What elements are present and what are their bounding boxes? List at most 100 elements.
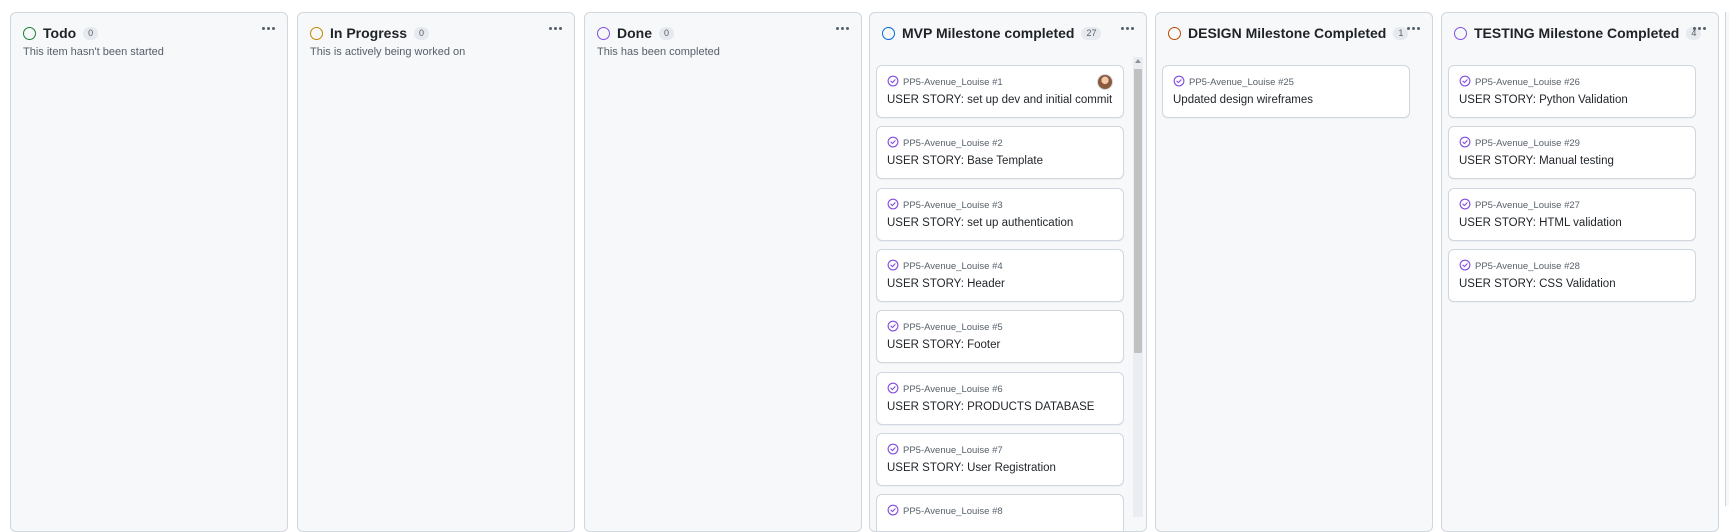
column-item-count: 0 — [659, 26, 675, 40]
issue-reference[interactable]: PP5-Avenue_Louise #3 — [887, 198, 1003, 213]
column-title: Todo — [43, 25, 77, 41]
status-circle-icon — [310, 26, 323, 40]
issue-ref-text[interactable]: PP5-Avenue_Louise #26 — [1475, 77, 1580, 88]
column-header: MVP Milestone completed 27 — [882, 23, 1136, 43]
issue-card[interactable]: PP5-Avenue_Louise #25 Updated design wir… — [1162, 65, 1410, 118]
issue-title[interactable]: USER STORY: Header — [887, 278, 1005, 290]
issue-card[interactable]: PP5-Avenue_Louise #2 USER STORY: Base Te… — [876, 126, 1124, 180]
status-circle-icon — [23, 26, 36, 40]
issue-closed-icon — [1459, 75, 1475, 90]
issue-reference[interactable]: PP5-Avenue_Louise #7 — [887, 443, 1003, 458]
issue-card[interactable]: PP5-Avenue_Louise #27 USER STORY: HTML v… — [1448, 187, 1696, 241]
issue-closed-icon — [887, 259, 903, 274]
issue-ref-text[interactable]: PP5-Avenue_Louise #8 — [903, 506, 1003, 517]
issue-card[interactable]: PP5-Avenue_Louise #29 USER STORY: Manual… — [1448, 126, 1696, 180]
issue-title[interactable]: USER STORY: HTML validation — [1459, 217, 1622, 229]
column-menu-icon[interactable] — [257, 21, 279, 35]
issue-reference[interactable]: PP5-Avenue_Louise #1 — [887, 75, 1003, 90]
column-menu-icon[interactable] — [1688, 21, 1710, 35]
issue-ref-text[interactable]: PP5-Avenue_Louise #6 — [903, 384, 1003, 395]
issue-title[interactable]: USER STORY: Python Validation — [1459, 94, 1628, 106]
issue-closed-icon — [887, 320, 903, 335]
issue-ref-text[interactable]: PP5-Avenue_Louise #4 — [903, 261, 1003, 272]
project-board: Todo 0 This item hasn't been started In … — [0, 0, 1729, 532]
issue-title[interactable]: USER STORY: Footer — [887, 339, 1000, 351]
issue-reference[interactable]: PP5-Avenue_Louise #27 — [1459, 198, 1580, 213]
issue-title[interactable]: USER STORY: set up authentication — [887, 217, 1073, 229]
issue-card[interactable]: PP5-Avenue_Louise #4 USER STORY: Header — [876, 248, 1124, 302]
issue-reference[interactable]: PP5-Avenue_Louise #4 — [887, 259, 1003, 274]
issue-card[interactable]: PP5-Avenue_Louise #26 USER STORY: Python… — [1448, 65, 1696, 118]
issue-card[interactable]: PP5-Avenue_Louise #6 USER STORY: PRODUCT… — [876, 371, 1124, 425]
issue-ref-text[interactable]: PP5-Avenue_Louise #2 — [903, 138, 1003, 149]
column-description: This has been completed — [597, 46, 720, 58]
issue-closed-icon — [887, 136, 903, 151]
board-column: Todo 0 This item hasn't been started — [10, 12, 288, 532]
issue-ref-text[interactable]: PP5-Avenue_Louise #28 — [1475, 261, 1580, 272]
mvp-column-scrollbar[interactable] — [1133, 57, 1143, 517]
column-item-count: 0 — [414, 26, 430, 40]
issue-title[interactable]: USER STORY: Base Template — [887, 155, 1043, 167]
column-title: DESIGN Milestone Completed — [1188, 25, 1387, 41]
issue-reference[interactable]: PP5-Avenue_Louise #6 — [887, 382, 1003, 397]
issue-card[interactable]: PP5-Avenue_Louise #8 — [876, 494, 1124, 531]
issue-reference[interactable]: PP5-Avenue_Louise #5 — [887, 320, 1003, 335]
board-column: MVP Milestone completed 27 PP5-Avenue_Lo… — [869, 12, 1147, 532]
issue-ref-text[interactable]: PP5-Avenue_Louise #27 — [1475, 200, 1580, 211]
issue-title[interactable]: USER STORY: PRODUCTS DATABASE — [887, 401, 1094, 413]
issue-title[interactable]: USER STORY: CSS Validation — [1459, 278, 1616, 290]
column-header: In Progress 0 — [310, 23, 564, 43]
column-description: This item hasn't been started — [23, 46, 164, 58]
issue-closed-icon — [1459, 259, 1475, 274]
column-title: In Progress — [330, 25, 408, 41]
status-circle-icon — [1168, 26, 1181, 40]
issue-ref-text[interactable]: PP5-Avenue_Louise #25 — [1189, 77, 1294, 88]
issue-closed-icon — [1459, 198, 1475, 213]
issue-closed-icon — [1173, 75, 1189, 90]
scroll-up-arrow-icon[interactable] — [1135, 59, 1141, 63]
issue-reference[interactable]: PP5-Avenue_Louise #25 — [1173, 75, 1294, 90]
issue-card[interactable]: PP5-Avenue_Louise #28 USER STORY: CSS Va… — [1448, 248, 1696, 302]
issue-card[interactable]: PP5-Avenue_Louise #5 USER STORY: Footer — [876, 310, 1124, 364]
issue-ref-text[interactable]: PP5-Avenue_Louise #3 — [903, 200, 1003, 211]
assignee-avatar[interactable] — [1097, 74, 1113, 90]
board-column: TESTING Milestone Completed 4 PP5-Avenue… — [1441, 12, 1719, 532]
issue-reference[interactable]: PP5-Avenue_Louise #28 — [1459, 259, 1580, 274]
issue-ref-text[interactable]: PP5-Avenue_Louise #1 — [903, 77, 1003, 88]
column-menu-icon[interactable] — [544, 21, 566, 35]
column-title: Done — [617, 25, 652, 41]
issue-title[interactable]: USER STORY: User Registration — [887, 462, 1056, 474]
issue-reference[interactable]: PP5-Avenue_Louise #2 — [887, 136, 1003, 151]
issue-card[interactable]: PP5-Avenue_Louise #7 USER STORY: User Re… — [876, 432, 1124, 486]
issue-title[interactable]: USER STORY: set up dev and initial commi… — [887, 94, 1112, 106]
column-menu-icon[interactable] — [1402, 21, 1424, 35]
issue-closed-icon — [887, 382, 903, 397]
column-header: TESTING Milestone Completed 4 — [1454, 23, 1708, 43]
column-item-count: 0 — [83, 26, 99, 40]
issue-card[interactable]: PP5-Avenue_Louise #3 USER STORY: set up … — [876, 187, 1124, 241]
column-menu-icon[interactable] — [1116, 21, 1138, 35]
column-description: This is actively being worked on — [310, 46, 466, 58]
status-circle-icon — [882, 26, 895, 40]
board-column: In Progress 0 This is actively being wor… — [297, 12, 575, 532]
column-menu-icon[interactable] — [831, 21, 853, 35]
issue-ref-text[interactable]: PP5-Avenue_Louise #5 — [903, 322, 1003, 333]
issue-ref-text[interactable]: PP5-Avenue_Louise #29 — [1475, 138, 1580, 149]
issue-ref-text[interactable]: PP5-Avenue_Louise #7 — [903, 445, 1003, 456]
column-item-count: 27 — [1081, 26, 1102, 40]
scrollbar-thumb[interactable] — [1134, 69, 1142, 353]
board-column: Done 0 This has been completed — [584, 12, 862, 532]
issue-closed-icon — [887, 198, 903, 213]
column-header: Done 0 — [597, 23, 851, 43]
issue-card[interactable]: PP5-Avenue_Louise #1 USER STORY: set up … — [876, 65, 1124, 118]
issue-closed-icon — [887, 75, 903, 90]
issue-reference[interactable]: PP5-Avenue_Louise #26 — [1459, 75, 1580, 90]
issue-title[interactable]: Updated design wireframes — [1173, 94, 1313, 106]
column-header: Todo 0 — [23, 23, 277, 43]
status-circle-icon — [597, 26, 610, 40]
next-column-edge — [1725, 12, 1729, 506]
issue-reference[interactable]: PP5-Avenue_Louise #8 — [887, 504, 1003, 519]
status-circle-icon — [1454, 26, 1467, 40]
issue-reference[interactable]: PP5-Avenue_Louise #29 — [1459, 136, 1580, 151]
issue-title[interactable]: USER STORY: Manual testing — [1459, 155, 1614, 167]
